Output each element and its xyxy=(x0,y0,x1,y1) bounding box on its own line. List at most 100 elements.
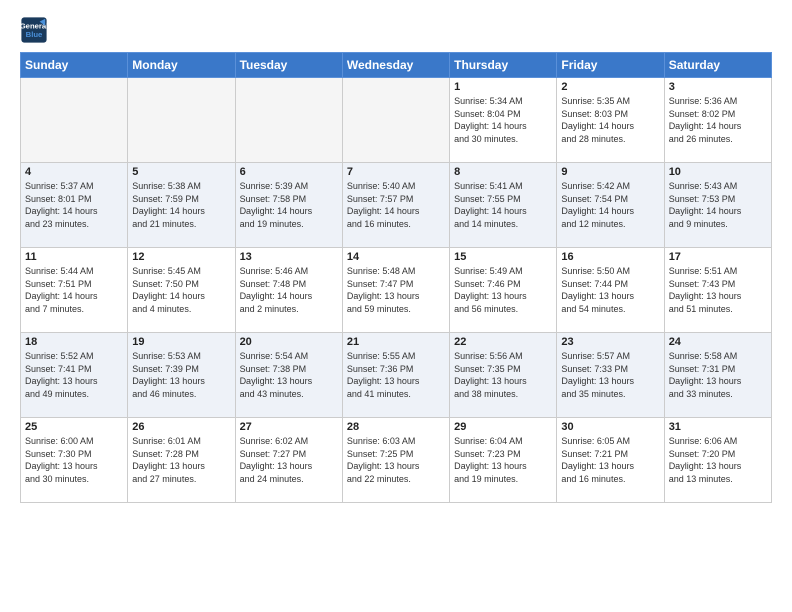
day-info: Sunrise: 5:58 AM Sunset: 7:31 PM Dayligh… xyxy=(669,350,767,400)
calendar-cell: 4 Sunrise: 5:37 AM Sunset: 8:01 PM Daylig… xyxy=(21,163,128,248)
day-number: 14 xyxy=(347,251,445,263)
day-number: 20 xyxy=(240,336,338,348)
day-info: Sunrise: 5:44 AM Sunset: 7:51 PM Dayligh… xyxy=(25,265,123,315)
day-number: 16 xyxy=(561,251,659,263)
day-info: Sunrise: 5:53 AM Sunset: 7:39 PM Dayligh… xyxy=(132,350,230,400)
day-info: Sunrise: 5:41 AM Sunset: 7:55 PM Dayligh… xyxy=(454,180,552,230)
calendar-cell: 22 Sunrise: 5:56 AM Sunset: 7:35 PM Dayli… xyxy=(450,333,557,418)
weekday-header-thursday: Thursday xyxy=(450,53,557,78)
day-info: Sunrise: 5:48 AM Sunset: 7:47 PM Dayligh… xyxy=(347,265,445,315)
day-info: Sunrise: 5:43 AM Sunset: 7:53 PM Dayligh… xyxy=(669,180,767,230)
day-number: 8 xyxy=(454,166,552,178)
calendar-cell: 2Sunrise: 5:35 AM Sunset: 8:03 PM Daylig… xyxy=(557,78,664,163)
day-info: Sunrise: 6:04 AM Sunset: 7:23 PM Dayligh… xyxy=(454,435,552,485)
day-info: Sunrise: 5:50 AM Sunset: 7:44 PM Dayligh… xyxy=(561,265,659,315)
day-number: 27 xyxy=(240,421,338,433)
calendar-week-row: 4 Sunrise: 5:37 AM Sunset: 8:01 PM Daylig… xyxy=(21,163,772,248)
day-number: 11 xyxy=(25,251,123,263)
calendar-cell xyxy=(128,78,235,163)
day-number: 22 xyxy=(454,336,552,348)
calendar-cell: 16 Sunrise: 5:50 AM Sunset: 7:44 PM Dayli… xyxy=(557,248,664,333)
calendar-cell: 31 Sunrise: 6:06 AM Sunset: 7:20 PM Dayli… xyxy=(664,418,771,503)
calendar-cell: 19Sunrise: 5:53 AM Sunset: 7:39 PM Dayli… xyxy=(128,333,235,418)
weekday-header-friday: Friday xyxy=(557,53,664,78)
calendar-cell: 26Sunrise: 6:01 AM Sunset: 7:28 PM Dayli… xyxy=(128,418,235,503)
calendar-cell: 20 Sunrise: 5:54 AM Sunset: 7:38 PM Dayli… xyxy=(235,333,342,418)
day-number: 6 xyxy=(240,166,338,178)
day-number: 25 xyxy=(25,421,123,433)
weekday-header-saturday: Saturday xyxy=(664,53,771,78)
calendar-cell xyxy=(21,78,128,163)
calendar-cell: 23Sunrise: 5:57 AM Sunset: 7:33 PM Dayli… xyxy=(557,333,664,418)
calendar-cell: 6Sunrise: 5:39 AM Sunset: 7:58 PM Daylig… xyxy=(235,163,342,248)
day-number: 13 xyxy=(240,251,338,263)
weekday-header-wednesday: Wednesday xyxy=(342,53,449,78)
day-info: Sunrise: 5:54 AM Sunset: 7:38 PM Dayligh… xyxy=(240,350,338,400)
day-info: Sunrise: 5:46 AM Sunset: 7:48 PM Dayligh… xyxy=(240,265,338,315)
day-info: Sunrise: 6:00 AM Sunset: 7:30 PM Dayligh… xyxy=(25,435,123,485)
calendar-cell: 28 Sunrise: 6:03 AM Sunset: 7:25 PM Dayli… xyxy=(342,418,449,503)
day-number: 17 xyxy=(669,251,767,263)
calendar-cell: 18Sunrise: 5:52 AM Sunset: 7:41 PM Dayli… xyxy=(21,333,128,418)
day-info: Sunrise: 6:01 AM Sunset: 7:28 PM Dayligh… xyxy=(132,435,230,485)
calendar: SundayMondayTuesdayWednesdayThursdayFrid… xyxy=(20,52,772,503)
calendar-cell: 7Sunrise: 5:40 AM Sunset: 7:57 PM Daylig… xyxy=(342,163,449,248)
day-number: 2 xyxy=(561,81,659,93)
weekday-header-tuesday: Tuesday xyxy=(235,53,342,78)
day-info: Sunrise: 5:36 AM Sunset: 8:02 PM Dayligh… xyxy=(669,95,767,145)
day-number: 24 xyxy=(669,336,767,348)
calendar-cell: 15 Sunrise: 5:49 AM Sunset: 7:46 PM Dayli… xyxy=(450,248,557,333)
calendar-cell xyxy=(342,78,449,163)
calendar-week-row: 11 Sunrise: 5:44 AM Sunset: 7:51 PM Dayli… xyxy=(21,248,772,333)
day-number: 4 xyxy=(25,166,123,178)
day-number: 7 xyxy=(347,166,445,178)
day-number: 9 xyxy=(561,166,659,178)
calendar-cell: 3 Sunrise: 5:36 AM Sunset: 8:02 PM Daylig… xyxy=(664,78,771,163)
day-number: 18 xyxy=(25,336,123,348)
day-number: 21 xyxy=(347,336,445,348)
calendar-cell: 5 Sunrise: 5:38 AM Sunset: 7:59 PM Daylig… xyxy=(128,163,235,248)
day-info: Sunrise: 5:49 AM Sunset: 7:46 PM Dayligh… xyxy=(454,265,552,315)
day-number: 30 xyxy=(561,421,659,433)
day-info: Sunrise: 5:38 AM Sunset: 7:59 PM Dayligh… xyxy=(132,180,230,230)
day-info: Sunrise: 5:55 AM Sunset: 7:36 PM Dayligh… xyxy=(347,350,445,400)
day-info: Sunrise: 5:57 AM Sunset: 7:33 PM Dayligh… xyxy=(561,350,659,400)
page: General Blue SundayMondayTuesdayWednesda… xyxy=(0,0,792,513)
day-number: 29 xyxy=(454,421,552,433)
svg-text:Blue: Blue xyxy=(26,30,43,39)
day-info: Sunrise: 5:45 AM Sunset: 7:50 PM Dayligh… xyxy=(132,265,230,315)
calendar-cell: 11 Sunrise: 5:44 AM Sunset: 7:51 PM Dayli… xyxy=(21,248,128,333)
day-info: Sunrise: 5:56 AM Sunset: 7:35 PM Dayligh… xyxy=(454,350,552,400)
calendar-cell xyxy=(235,78,342,163)
day-info: Sunrise: 6:05 AM Sunset: 7:21 PM Dayligh… xyxy=(561,435,659,485)
day-info: Sunrise: 5:34 AM Sunset: 8:04 PM Dayligh… xyxy=(454,95,552,145)
calendar-cell: 13 Sunrise: 5:46 AM Sunset: 7:48 PM Dayli… xyxy=(235,248,342,333)
day-number: 15 xyxy=(454,251,552,263)
calendar-cell: 1 Sunrise: 5:34 AM Sunset: 8:04 PM Daylig… xyxy=(450,78,557,163)
logo-icon: General Blue xyxy=(20,16,48,44)
calendar-cell: 29 Sunrise: 6:04 AM Sunset: 7:23 PM Dayli… xyxy=(450,418,557,503)
day-info: Sunrise: 6:02 AM Sunset: 7:27 PM Dayligh… xyxy=(240,435,338,485)
day-number: 3 xyxy=(669,81,767,93)
calendar-cell: 27 Sunrise: 6:02 AM Sunset: 7:27 PM Dayli… xyxy=(235,418,342,503)
day-info: Sunrise: 6:03 AM Sunset: 7:25 PM Dayligh… xyxy=(347,435,445,485)
day-number: 5 xyxy=(132,166,230,178)
calendar-cell: 10 Sunrise: 5:43 AM Sunset: 7:53 PM Dayli… xyxy=(664,163,771,248)
day-info: Sunrise: 6:06 AM Sunset: 7:20 PM Dayligh… xyxy=(669,435,767,485)
calendar-week-row: 25 Sunrise: 6:00 AM Sunset: 7:30 PM Dayli… xyxy=(21,418,772,503)
calendar-cell: 9 Sunrise: 5:42 AM Sunset: 7:54 PM Daylig… xyxy=(557,163,664,248)
day-number: 1 xyxy=(454,81,552,93)
logo: General Blue xyxy=(20,16,52,44)
calendar-week-row: 18Sunrise: 5:52 AM Sunset: 7:41 PM Dayli… xyxy=(21,333,772,418)
calendar-week-row: 1 Sunrise: 5:34 AM Sunset: 8:04 PM Daylig… xyxy=(21,78,772,163)
day-info: Sunrise: 5:42 AM Sunset: 7:54 PM Dayligh… xyxy=(561,180,659,230)
calendar-cell: 21 Sunrise: 5:55 AM Sunset: 7:36 PM Dayli… xyxy=(342,333,449,418)
day-number: 28 xyxy=(347,421,445,433)
day-info: Sunrise: 5:37 AM Sunset: 8:01 PM Dayligh… xyxy=(25,180,123,230)
calendar-cell: 8 Sunrise: 5:41 AM Sunset: 7:55 PM Daylig… xyxy=(450,163,557,248)
day-number: 10 xyxy=(669,166,767,178)
calendar-cell: 24 Sunrise: 5:58 AM Sunset: 7:31 PM Dayli… xyxy=(664,333,771,418)
day-number: 31 xyxy=(669,421,767,433)
day-info: Sunrise: 5:51 AM Sunset: 7:43 PM Dayligh… xyxy=(669,265,767,315)
calendar-cell: 12Sunrise: 5:45 AM Sunset: 7:50 PM Dayli… xyxy=(128,248,235,333)
